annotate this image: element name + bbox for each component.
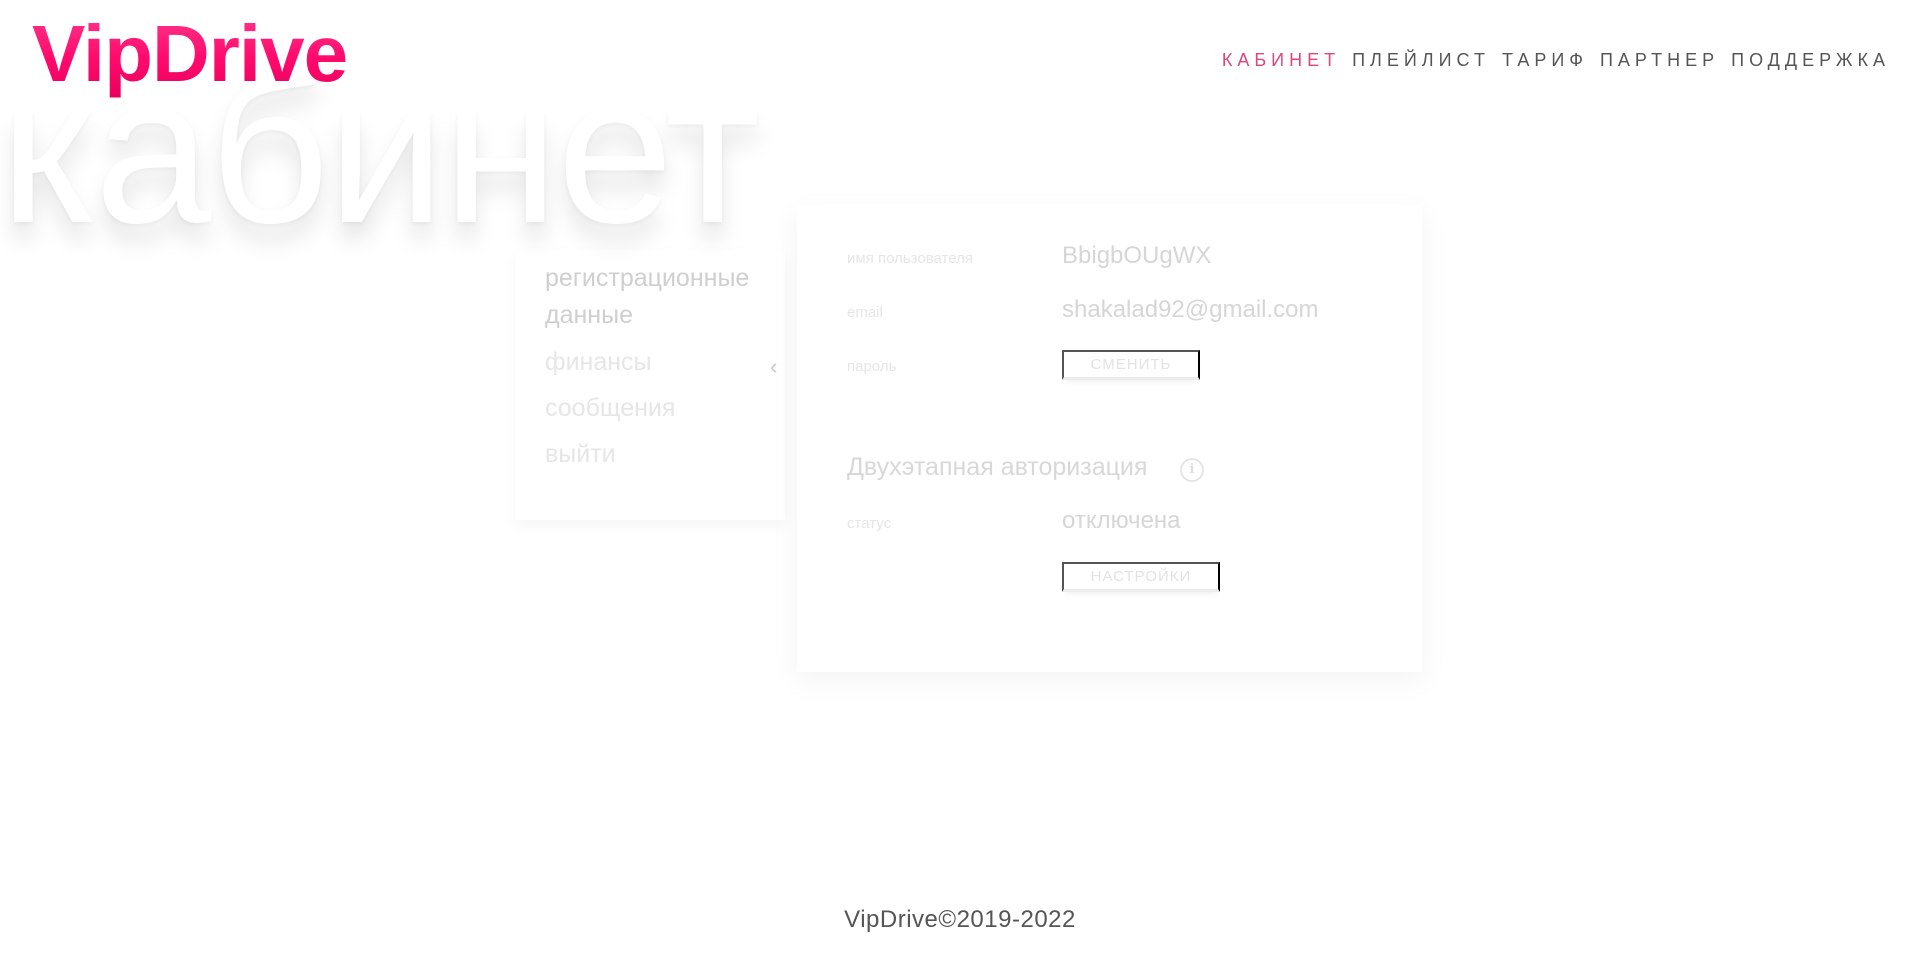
nav-item-support[interactable]: ПОДДЕРЖКА [1731, 50, 1890, 71]
settings-button[interactable]: НАСТРОЙКИ [1062, 562, 1220, 592]
top-nav: КАБИНЕТ ПЛЕЙЛИСТ ТАРИФ ПАРТНЕР ПОДДЕРЖКА [1210, 50, 1890, 71]
password-label: пароль [847, 358, 897, 375]
nav-item-cabinet[interactable]: КАБИНЕТ [1222, 50, 1340, 71]
side-menu-item-logout[interactable]: выйти [545, 436, 616, 473]
status-label: статус [847, 515, 892, 532]
side-menu: регистрационные данные финансы ‹ сообщен… [515, 250, 785, 520]
side-menu-item-messages[interactable]: сообщения [545, 390, 675, 427]
nav-item-playlist[interactable]: ПЛЕЙЛИСТ [1352, 50, 1490, 71]
status-value: отключена [1062, 507, 1181, 534]
info-icon[interactable]: i [1180, 458, 1204, 482]
email-value: shakalad92@gmail.com [1062, 296, 1319, 323]
page: кабинет VipDrive КАБИНЕТ ПЛЕЙЛИСТ ТАРИФ … [0, 0, 1920, 957]
two-factor-title: Двухэтапная авторизация [847, 453, 1148, 481]
side-menu-item-registration[interactable]: регистрационные данные [545, 260, 775, 334]
change-password-button[interactable]: СМЕНИТЬ [1062, 350, 1200, 380]
username-label: имя пользователя [847, 250, 973, 267]
side-menu-item-finance[interactable]: финансы [545, 344, 652, 381]
nav-item-tariff[interactable]: ТАРИФ [1502, 50, 1588, 71]
logo[interactable]: VipDrive [32, 8, 348, 100]
footer-copyright: VipDrive©2019-2022 [844, 906, 1076, 933]
account-card: имя пользователя BbigbOUgWX email shakal… [797, 205, 1422, 672]
chevron-left-icon[interactable]: ‹ [770, 354, 777, 380]
nav-item-partner[interactable]: ПАРТНЕР [1600, 50, 1719, 71]
username-value: BbigbOUgWX [1062, 242, 1212, 269]
email-label: email [847, 304, 883, 321]
